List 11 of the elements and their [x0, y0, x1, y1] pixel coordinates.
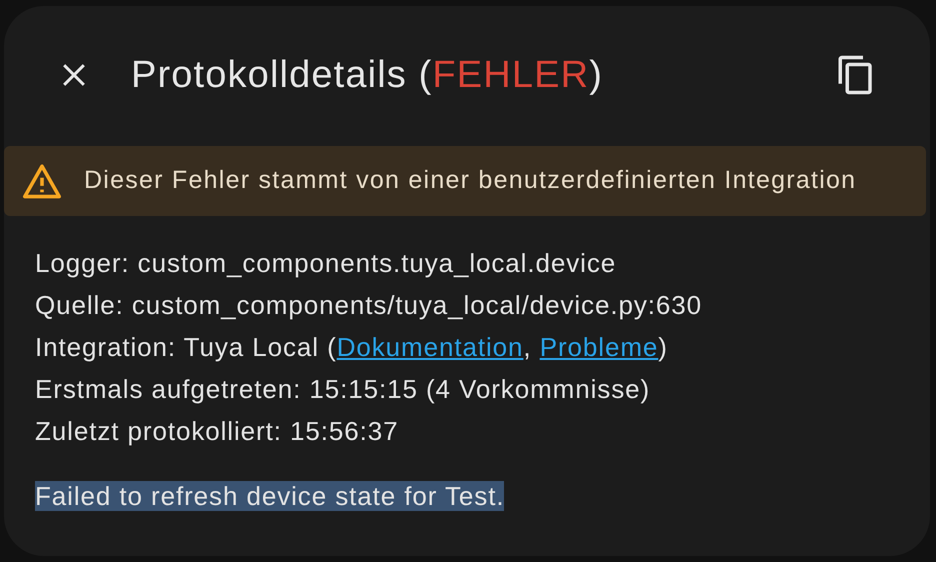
detail-line: Integration: Tuya Local (Dokumentation, Probleme) — [35, 326, 668, 368]
detail-line: Logger: custom_components.tuya_local.device — [35, 247, 616, 280]
warning-text: Dieser Fehler stammt von einer benutzerdefinierten Integration — [84, 165, 856, 196]
link[interactable]: Probleme — [540, 326, 658, 368]
detail-line: Zuletzt protokolliert: 15:56:37 — [35, 415, 399, 448]
dialog-title: Protokolldetails (FEHLER) — [131, 52, 603, 98]
detail-line: Erstmals aufgetreten: 15:15:15 (4 Vorkommnisse) — [35, 373, 650, 406]
warning-icon — [22, 163, 62, 199]
link[interactable]: Dokumentation — [336, 326, 524, 368]
detail-line: Quelle: custom_components/tuya_local/device.py:630 — [35, 289, 702, 322]
error-message: Failed to refresh device state for Test. — [35, 481, 504, 511]
